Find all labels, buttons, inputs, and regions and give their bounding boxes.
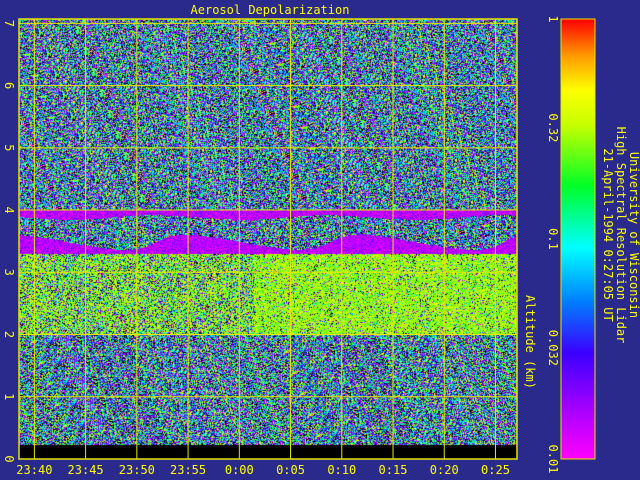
- grid-lines: [19, 19, 517, 460]
- colorbar-tick-label: 0.32: [546, 113, 560, 142]
- colorbar-tick-label: 0.1: [546, 228, 560, 250]
- x-tick-label: 23:55: [170, 463, 206, 477]
- colorbar-tick-label: 0.01: [546, 445, 560, 474]
- colorbar-frame: [560, 18, 596, 460]
- colorbar-tick-labels: 0.01 0.032 0.1 0.32 1: [546, 15, 560, 473]
- y-tick-label: 1: [2, 393, 16, 400]
- x-tick-label: 23:50: [119, 463, 155, 477]
- x-tick-label: 0:25: [481, 463, 510, 477]
- chart-title: Aerosol Depolarization: [191, 3, 350, 17]
- x-tick-label: 0:20: [430, 463, 459, 477]
- x-tick-label: 0:15: [379, 463, 408, 477]
- y-tick-label: 5: [2, 144, 16, 151]
- aerosol-depolarization-chart: Aerosol Depolarization 23:40 23:45 23:50 23…: [0, 0, 640, 480]
- x-tick-label: 0:05: [276, 463, 305, 477]
- y-tick-label: 6: [2, 82, 16, 89]
- side-text-timestamp: 21-April-1994 0:27:05 UT: [601, 148, 615, 321]
- chart-overlay: Aerosol Depolarization 23:40 23:45 23:50 23…: [2, 3, 640, 477]
- colorbar-tick-label: 1: [546, 15, 560, 22]
- colorbar-tick-label: 0.032: [546, 330, 560, 366]
- y-tick-label: 4: [2, 206, 16, 213]
- x-tick-label: 0:00: [225, 463, 254, 477]
- y-axis-label: Altitude (km): [523, 295, 537, 389]
- y-tick-label: 2: [2, 331, 16, 338]
- side-text-instrument: High Spectral Resolution Lidar: [614, 127, 628, 344]
- plot-frame: [18, 18, 518, 460]
- y-tick-labels: 0 1 2 3 4 5 6 7: [2, 20, 16, 463]
- x-tick-label: 0:10: [327, 463, 356, 477]
- y-tick-label: 7: [2, 20, 16, 27]
- x-tick-label: 23:45: [68, 463, 104, 477]
- y-tick-label: 3: [2, 269, 16, 276]
- x-tick-label: 23:40: [16, 463, 52, 477]
- y-tick-label: 0: [2, 455, 16, 462]
- x-tick-labels: 23:40 23:45 23:50 23:55 0:00 0:05 0:10 0:15 0:20…: [16, 463, 510, 477]
